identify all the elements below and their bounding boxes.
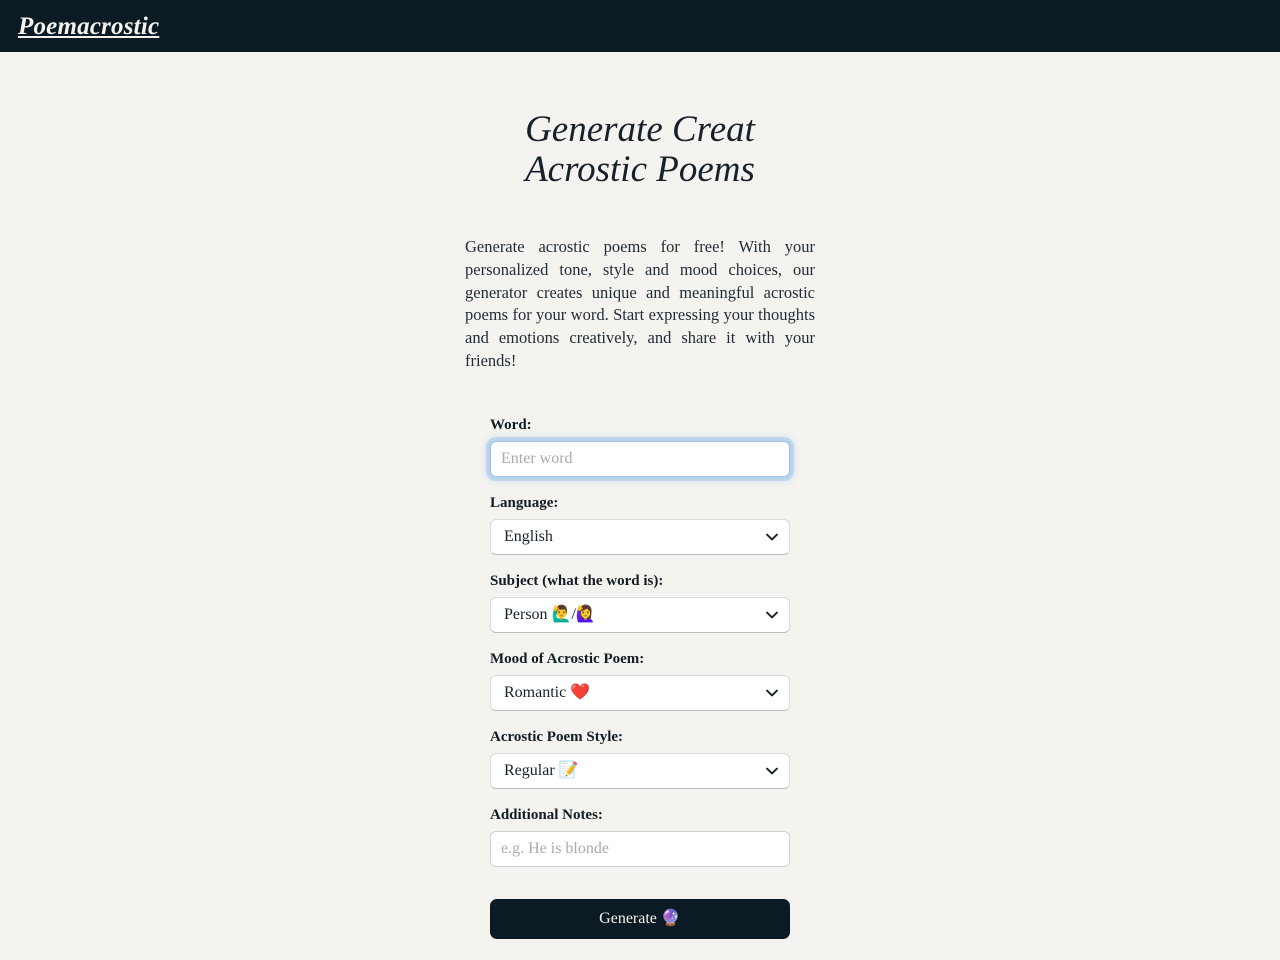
word-label: Word: (490, 416, 532, 433)
subject-label: Subject (what the word is): (490, 572, 664, 589)
field-notes: Additional Notes: (490, 806, 790, 867)
style-select[interactable]: Regular 📝 (490, 752, 790, 789)
field-mood: Mood of Acrostic Poem: Romantic ❤️ (490, 650, 790, 711)
hero-section: Generate Creat Acrostic Poems Generate a… (465, 52, 815, 373)
field-language: Language: English (490, 494, 790, 555)
subject-select-wrap: Person 🙋‍♂️/🙋‍♀️ (490, 596, 790, 633)
field-word: Word: (490, 416, 790, 477)
word-input[interactable] (490, 440, 790, 477)
style-label: Acrostic Poem Style: (490, 728, 624, 745)
field-style: Acrostic Poem Style: Regular 📝 (490, 728, 790, 789)
mood-select-wrap: Romantic ❤️ (490, 674, 790, 711)
field-subject: Subject (what the word is): Person 🙋‍♂️/… (490, 572, 790, 633)
acrostic-generator-form: Word: Language: English Subject (what th… (490, 373, 790, 939)
site-header: Poemacrostic (0, 0, 1280, 52)
generate-button[interactable]: Generate 🔮 (490, 898, 790, 939)
page-body: Generate Creat Acrostic Poems Generate a… (0, 52, 1280, 960)
language-label: Language: (490, 494, 559, 511)
subject-select[interactable]: Person 🙋‍♂️/🙋‍♀️ (490, 596, 790, 633)
brand-logo[interactable]: Poemacrostic (18, 14, 159, 39)
style-select-wrap: Regular 📝 (490, 752, 790, 789)
notes-label: Additional Notes: (490, 806, 603, 823)
notes-input[interactable] (490, 830, 790, 867)
page-description: Generate acrostic poems for free! With y… (465, 237, 815, 370)
language-select-wrap: English (490, 518, 790, 555)
mood-select[interactable]: Romantic ❤️ (490, 674, 790, 711)
page-title: Generate Creat Acrostic Poems (525, 109, 755, 190)
mood-label: Mood of Acrostic Poem: (490, 650, 645, 667)
language-select[interactable]: English (490, 518, 790, 555)
